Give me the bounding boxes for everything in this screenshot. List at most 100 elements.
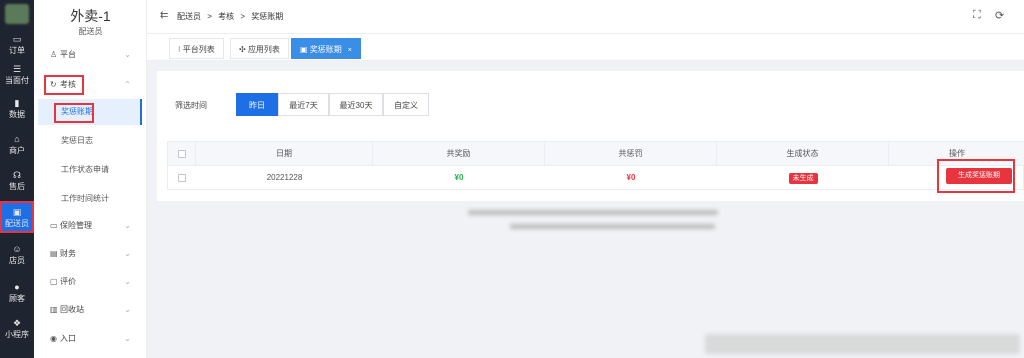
entry-icon: ◉: [50, 334, 57, 343]
rail-item-data[interactable]: ▮ 数据: [0, 92, 34, 128]
recycle-icon: ▥: [50, 305, 58, 314]
menu-label: 入口: [60, 334, 76, 343]
rail-item-label: 小程序: [5, 330, 29, 339]
submenu-work-status-apply[interactable]: 工作状态申请: [38, 157, 142, 183]
rail-item-label: 售后: [9, 182, 25, 191]
breadcrumb-separator: >: [240, 12, 246, 21]
bar-chart-icon: ▮: [14, 98, 20, 108]
filter-label: 筛选时间: [175, 101, 207, 110]
row-checkbox-cell: [168, 166, 196, 190]
tab-app-list[interactable]: ✣ 应用列表: [230, 38, 289, 59]
chevron-down-icon: ⌄: [124, 249, 131, 258]
rail-item-aftersale[interactable]: ☊ 售后: [0, 164, 34, 200]
rail-item-courier[interactable]: ▣ 配送员: [0, 201, 34, 233]
menu-platform[interactable]: ♙ 平台 ⌄: [34, 42, 147, 68]
menu-review[interactable]: ▢ 评价 ⌄: [34, 269, 147, 295]
sidebar-title: 外卖-1: [70, 8, 111, 24]
submenu-work-time-stats[interactable]: 工作时间统计: [38, 186, 142, 212]
list-icon: ☰: [12, 64, 22, 74]
rail-item-label: 店员: [9, 256, 25, 265]
rail-item-label: 数据: [9, 110, 25, 119]
rail-item-clerk[interactable]: ☺ 店员: [0, 238, 34, 274]
miniprogram-icon: ❖: [12, 318, 22, 328]
tab-icon: ▣: [300, 45, 308, 54]
data-table: 日期 共奖励 共惩罚 生成状态 操作 20221228 ¥0 ¥0 未生成: [167, 141, 1024, 190]
rail-item-label: 顾客: [9, 294, 25, 303]
menu-entry[interactable]: ◉ 入口 ⌄: [34, 326, 147, 352]
blurred-footer-line: [510, 224, 715, 229]
tab-label: 奖惩账期: [309, 45, 342, 54]
user-icon: ♙: [50, 50, 58, 59]
chevron-down-icon: ⌄: [124, 277, 131, 286]
header-status: 生成状态: [717, 142, 889, 166]
rail-item-miniprogram[interactable]: ❖ 小程序: [0, 312, 34, 348]
rail-item-facepay[interactable]: ☰ 当面付: [0, 58, 34, 94]
menu-label: 平台: [60, 50, 76, 59]
menu-label: 回收站: [60, 305, 84, 314]
chevron-down-icon: ⌄: [124, 305, 131, 314]
finance-icon: ▤: [50, 249, 58, 258]
insurance-icon: ▭: [50, 221, 58, 230]
highlight-box: [54, 103, 94, 123]
filter-last-30-days[interactable]: 最近30天: [329, 93, 383, 116]
close-icon[interactable]: ×: [348, 47, 352, 54]
tab-platform-list[interactable]: ⁝ 平台列表: [169, 38, 224, 59]
rail-item-label: 当面付: [5, 76, 29, 85]
grid-icon: ⁝: [178, 45, 181, 54]
highlight-box: [44, 75, 84, 95]
review-icon: ▢: [50, 277, 58, 286]
tab-label: 平台列表: [182, 45, 215, 54]
blurred-footer-line: [468, 210, 718, 215]
sidebar-subtitle: 配送员: [78, 27, 103, 36]
breadcrumb-separator: >: [207, 12, 212, 21]
chevron-down-icon: ⌄: [124, 50, 131, 59]
submenu-reward-log[interactable]: 奖惩日志: [38, 128, 142, 154]
table-row: 20221228 ¥0 ¥0 未生成: [168, 166, 1024, 190]
filter-yesterday[interactable]: 昨日: [236, 93, 278, 116]
apps-icon: ✣: [239, 45, 246, 54]
rail-item-label: 配送员: [5, 219, 29, 228]
chevron-up-icon: ⌃: [124, 80, 131, 89]
menu-label: 评价: [60, 277, 76, 286]
cell-reward: ¥0: [454, 173, 464, 182]
row-checkbox[interactable]: [178, 174, 186, 182]
sidebar: 外卖-1 配送员 ♙ 平台 ⌄ ↻ 考核 ⌃ 奖惩账期 奖惩日志 工作状态申请 工作时间…: [34, 0, 147, 358]
breadcrumb: 配送员 > 考核 > 奖惩账期: [177, 11, 287, 22]
rail-item-merchant[interactable]: ⌂ 商户: [0, 128, 34, 164]
top-bar: ⇇ 配送员 > 考核 > 奖惩账期 ⛶ ⟳: [147, 0, 1024, 34]
table-header: 日期 共奖励 共惩罚 生成状态 操作: [168, 142, 1024, 166]
rail-item-label: 订单: [9, 46, 25, 55]
courier-icon: ▣: [12, 207, 22, 217]
filter-last-7-days[interactable]: 最近7天: [278, 93, 329, 116]
headset-icon: ☊: [13, 170, 21, 180]
tab-label: 应用列表: [247, 45, 280, 54]
breadcrumb-item[interactable]: 考核: [218, 12, 234, 21]
breadcrumb-current: 奖惩账期: [251, 12, 284, 21]
select-all-checkbox[interactable]: [178, 150, 186, 158]
refresh-icon[interactable]: ⟳: [995, 9, 1004, 22]
store-icon: ⌂: [14, 134, 20, 144]
menu-recycle-bin[interactable]: ▥ 回收站 ⌄: [34, 297, 147, 323]
menu-label: 财务: [60, 249, 76, 258]
header-date: 日期: [196, 142, 373, 166]
cell-penalty: ¥0: [626, 173, 636, 182]
menu-finance[interactable]: ▤ 财务 ⌄: [34, 241, 147, 267]
rail-item-label: 商户: [9, 146, 25, 155]
chevron-down-icon: ⌄: [124, 221, 131, 230]
nav-rail: ▭ 订单 ☰ 当面付 ▮ 数据 ⌂ 商户 ☊ 售后 ▣ 配送员 ☺ 店员 ● 顾客 ❖ 小程序: [0, 0, 34, 358]
header-checkbox-cell: [168, 142, 196, 166]
menu-insurance[interactable]: ▭ 保险管理 ⌄: [34, 213, 147, 239]
cell-date: 20221228: [266, 173, 303, 182]
breadcrumb-item[interactable]: 配送员: [177, 12, 201, 21]
user-icon: ☺: [12, 244, 22, 254]
filter-custom[interactable]: 自定义: [383, 93, 429, 116]
customer-icon: ●: [14, 282, 20, 292]
cell-status: 未生成: [717, 166, 889, 190]
tab-reward-period[interactable]: ▣ 奖惩账期 ×: [291, 38, 361, 59]
app-logo: [5, 4, 29, 24]
header-reward: 共奖励: [373, 142, 545, 166]
collapse-menu-icon[interactable]: ⇇: [160, 10, 168, 21]
fullscreen-icon[interactable]: ⛶: [973, 9, 981, 22]
header-penalty: 共惩罚: [545, 142, 717, 166]
rail-item-customer[interactable]: ● 顾客: [0, 276, 34, 312]
